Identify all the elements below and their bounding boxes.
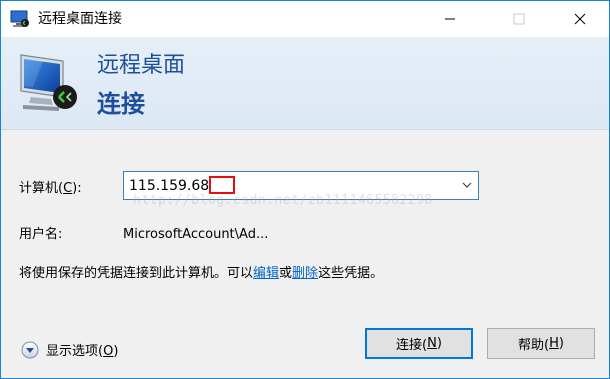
rdp-app-icon: [10, 10, 29, 27]
minimize-icon: [445, 18, 455, 20]
expand-options-icon: [21, 341, 39, 358]
banner-title-line1: 远程桌面: [97, 53, 186, 78]
username-label: 用户名:: [19, 227, 63, 242]
minimize-button[interactable]: [427, 1, 473, 37]
username-value: MicrosoftAccount\Ad...: [123, 227, 269, 242]
window-title: 远程桌面连接: [38, 11, 122, 27]
close-icon: [574, 13, 586, 25]
banner-title-line2: 连接: [97, 90, 145, 118]
rdp-dialog-window: 远程桌面连接 远程桌面 连接 计算机(C): 115.159.68 http:/…: [0, 0, 610, 379]
help-button[interactable]: 帮助(H): [487, 328, 595, 359]
rdp-monitor-icon: [20, 54, 77, 111]
watermark: http://blog.csdn.net/zb1111465582298: [133, 193, 433, 208]
delete-credentials-link[interactable]: 删除: [292, 266, 318, 281]
show-options-label: 显示选项(O): [46, 344, 119, 359]
maximize-button[interactable]: [496, 1, 542, 37]
show-options-toggle[interactable]: 显示选项(O): [21, 340, 118, 359]
edit-credentials-link[interactable]: 编辑: [253, 266, 279, 281]
annotation-red-box: [209, 176, 235, 194]
computer-label: 计算机(C):: [19, 181, 82, 196]
title-bar[interactable]: 远程桌面连接: [1, 1, 609, 37]
banner: 远程桌面 连接: [1, 37, 609, 130]
close-button[interactable]: [557, 1, 603, 37]
computer-access-key: C: [63, 181, 73, 196]
dropdown-arrow-icon[interactable]: [462, 181, 472, 189]
connect-button[interactable]: 连接(N): [365, 328, 473, 359]
maximize-icon: [513, 13, 525, 25]
credentials-info: 将使用保存的凭据连接到此计算机。可以编辑或删除这些凭据。: [19, 266, 384, 281]
